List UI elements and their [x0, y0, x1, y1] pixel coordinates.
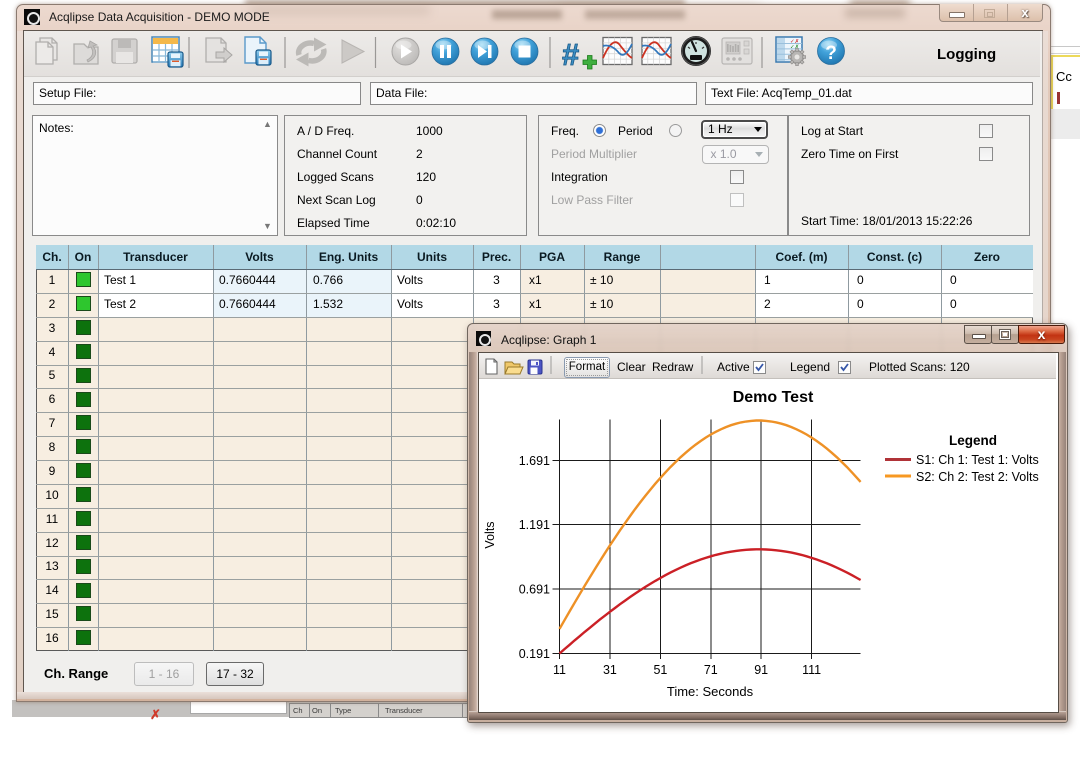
svg-text:#: # — [562, 37, 579, 72]
svg-text:51: 51 — [653, 663, 667, 677]
svg-text:11: 11 — [553, 663, 566, 677]
svg-text:111: 111 — [802, 663, 821, 677]
svg-text:Volts: Volts — [483, 521, 497, 548]
svg-text:0.691: 0.691 — [519, 583, 550, 597]
svg-text:1.191: 1.191 — [519, 518, 550, 532]
svg-text:71: 71 — [704, 663, 718, 677]
svg-text:91: 91 — [754, 663, 768, 677]
svg-text:0.191: 0.191 — [519, 647, 550, 661]
svg-text:Legend: Legend — [949, 433, 997, 448]
svg-text:Demo Test: Demo Test — [733, 389, 814, 406]
svg-text:S2: Ch 2: Test 2: Volts: S2: Ch 2: Test 2: Volts — [916, 470, 1039, 484]
svg-text:1.691: 1.691 — [519, 454, 550, 468]
svg-text:S1: Ch 1: Test 1: Volts: S1: Ch 1: Test 1: Volts — [916, 453, 1039, 467]
svg-text:?: ? — [825, 43, 837, 64]
svg-text:Time: Seconds: Time: Seconds — [667, 684, 754, 699]
svg-text:31: 31 — [603, 663, 617, 677]
